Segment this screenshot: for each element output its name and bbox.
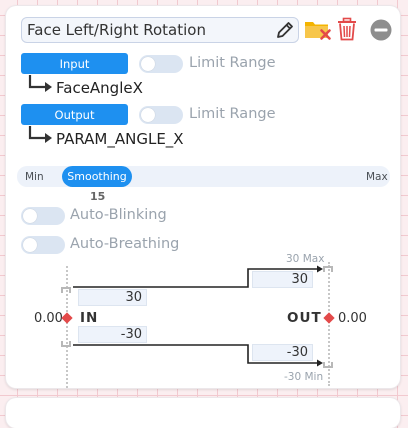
toggle-knob (141, 108, 155, 122)
auto-breathing-label: Auto-Breathing (70, 236, 180, 252)
output-button[interactable]: Output (21, 104, 128, 125)
input-button[interactable]: Input (21, 53, 128, 74)
output-max-field[interactable]: 30 (252, 271, 313, 288)
output-current-value: 0.00 (338, 311, 367, 326)
trash-icon[interactable] (336, 17, 358, 41)
smoothing-min-label: Min (25, 171, 44, 183)
output-limit-range-toggle[interactable] (139, 106, 183, 124)
input-limit-range-toggle[interactable] (139, 55, 183, 73)
smoothing-value: 15 (90, 190, 106, 203)
input-min-field[interactable]: -30 (78, 326, 147, 343)
minus-circle-icon[interactable] (369, 18, 393, 42)
auto-blinking-toggle[interactable] (21, 207, 65, 225)
out-label: OUT (287, 310, 322, 326)
arrow-right-angle-icon (28, 126, 54, 144)
output-max-label: 30 Max (286, 253, 325, 265)
title-text: Face Left/Right Rotation (27, 21, 206, 39)
input-parameter-name: FaceAngleX (56, 79, 143, 97)
smoothing-handle[interactable]: Smoothing (62, 166, 132, 187)
input-max-field[interactable]: 30 (78, 289, 147, 306)
in-label: IN (80, 310, 99, 326)
toggle-knob (23, 238, 37, 252)
folder-remove-icon[interactable] (304, 17, 332, 41)
output-parameter-name: PARAM_ANGLE_X (56, 130, 184, 148)
smoothing-max-label: Max (366, 171, 388, 183)
auto-breathing-toggle[interactable] (21, 236, 65, 254)
toggle-knob (141, 57, 155, 71)
auto-blinking-label: Auto-Blinking (70, 207, 167, 223)
output-min-label: -30 Min (284, 371, 324, 383)
arrow-right-angle-icon (28, 75, 54, 93)
toggle-knob (23, 209, 37, 223)
output-limit-range-label: Limit Range (189, 106, 276, 122)
output-min-field[interactable]: -30 (252, 344, 313, 361)
pencil-icon[interactable] (274, 19, 296, 41)
input-current-value: 0.00 (34, 311, 63, 326)
next-panel (6, 398, 400, 428)
input-limit-range-label: Limit Range (189, 55, 276, 71)
